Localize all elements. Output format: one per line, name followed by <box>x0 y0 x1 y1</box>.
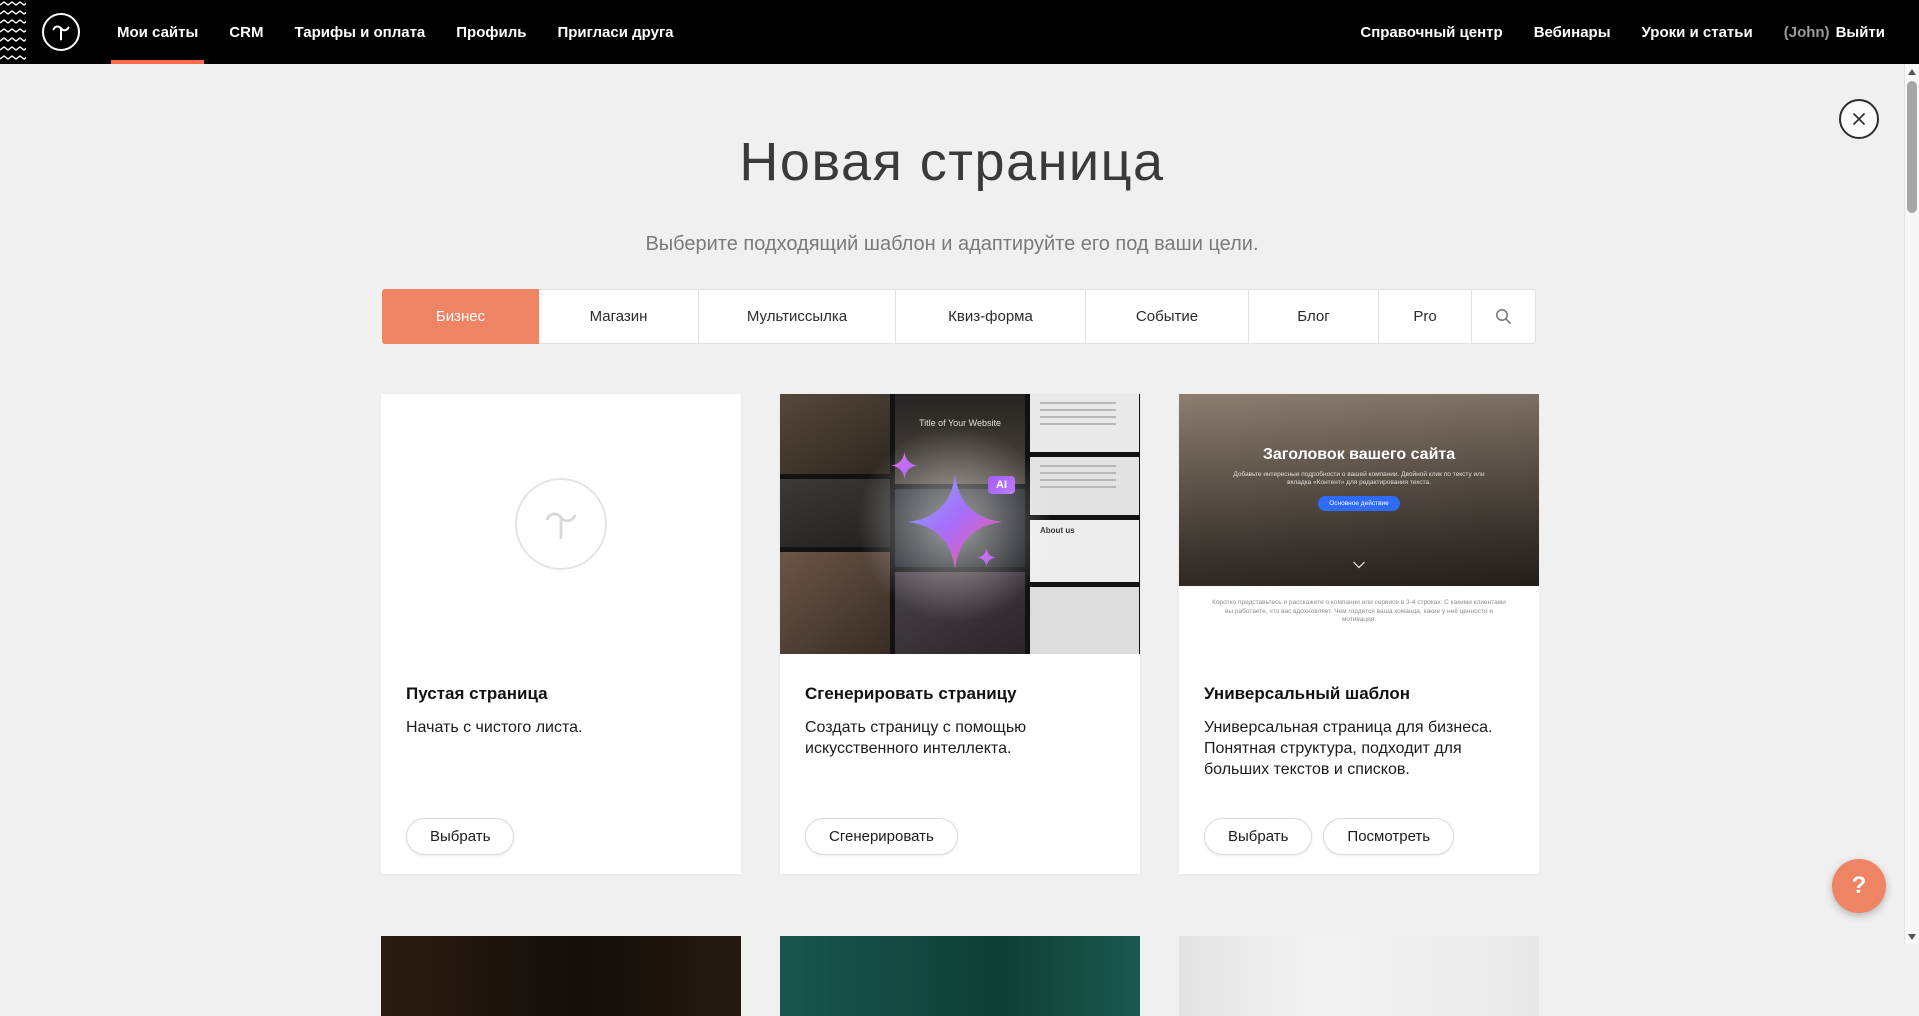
main-nav: Мои сайты CRM Тарифы и оплата Профиль Пр… <box>117 0 674 64</box>
card-description: Создать страницу с помощью искусственног… <box>805 717 1110 759</box>
template-grid: Пустая страница Начать с чистого листа. … <box>381 394 1539 874</box>
tab-store[interactable]: Магазин <box>539 289 699 344</box>
select-blank-button[interactable]: Выбрать <box>406 818 514 855</box>
scrollbar-thumb[interactable] <box>1907 81 1917 213</box>
tilda-logo[interactable] <box>42 13 80 51</box>
top-navbar: Мои сайты CRM Тарифы и оплата Профиль Пр… <box>0 0 1919 64</box>
preview-hero: Заголовок вашего сайта Добавьте интересн… <box>1179 394 1539 586</box>
card-title: Универсальный шаблон <box>1204 684 1514 704</box>
tab-event[interactable]: Событие <box>1086 289 1249 344</box>
close-icon <box>1851 111 1867 127</box>
tab-business[interactable]: Бизнес <box>382 289 539 344</box>
card-body: Пустая страница Начать с чистого листа. <box>381 654 741 738</box>
collage-tile <box>780 394 890 474</box>
select-universal-button[interactable]: Выбрать <box>1204 818 1312 855</box>
template-card-blank-page[interactable]: Пустая страница Начать с чистого листа. … <box>381 394 741 874</box>
view-universal-button[interactable]: Посмотреть <box>1323 818 1454 855</box>
collage-tile: About us <box>1030 520 1139 582</box>
help-button[interactable]: ? <box>1832 859 1886 913</box>
template-card-partial[interactable] <box>1179 936 1539 1016</box>
template-card-universal[interactable]: Заголовок вашего сайта Добавьте интересн… <box>1179 394 1539 874</box>
scrollbar[interactable] <box>1904 64 1919 944</box>
secondary-nav: Справочный центр Вебинары Уроки и статьи… <box>1360 0 1885 64</box>
preview-body: Коротко представьтесь и расскажите о ком… <box>1179 586 1539 654</box>
user-name: (John) <box>1784 24 1830 41</box>
card-actions: Выбрать Посмотреть <box>1204 818 1454 855</box>
template-card-partial[interactable] <box>780 936 1140 1016</box>
ai-badge: AI <box>988 476 1015 494</box>
collage-tile <box>1030 394 1139 452</box>
card-title: Пустая страница <box>406 684 716 704</box>
template-category-tabs: Бизнес Магазин Мультиссылка Квиз-форма С… <box>382 289 1536 344</box>
template-card-ai-generate[interactable]: About us Title of Your Website <box>780 394 1140 874</box>
logout-link[interactable]: Выйти <box>1836 24 1885 41</box>
collage-tile <box>1030 457 1139 515</box>
card-title: Сгенерировать страницу <box>805 684 1115 704</box>
tab-quiz-form[interactable]: Квиз-форма <box>896 289 1086 344</box>
close-button[interactable] <box>1839 99 1879 139</box>
collage-tile <box>895 489 1025 567</box>
collage-tile <box>1030 587 1139 654</box>
nav-item-profile[interactable]: Профиль <box>456 0 526 64</box>
zigzag-pattern-decoration <box>0 0 26 64</box>
card-body: Сгенерировать страницу Создать страницу … <box>780 654 1140 759</box>
card-description: Начать с чистого листа. <box>406 717 711 738</box>
ai-preview: About us Title of Your Website <box>780 394 1140 654</box>
scroll-up-arrow-icon[interactable] <box>1908 69 1916 75</box>
collage-tile <box>780 479 890 547</box>
card-body: Универсальный шаблон Универсальная стран… <box>1179 654 1539 780</box>
ai-collage: About us Title of Your Website <box>780 394 1140 654</box>
collage-tile <box>895 572 1025 654</box>
tab-blog[interactable]: Блог <box>1249 289 1379 344</box>
collage-tile <box>895 394 1025 484</box>
nav-item-tutorials[interactable]: Уроки и статьи <box>1642 0 1753 64</box>
template-grid-row-2 <box>381 936 1539 1016</box>
tab-search[interactable] <box>1472 289 1536 344</box>
generate-button[interactable]: Сгенерировать <box>805 818 958 855</box>
tab-pro[interactable]: Pro <box>1379 289 1472 344</box>
preview-body-text: Коротко представьтесь и расскажите о ком… <box>1209 586 1509 625</box>
tab-multilink[interactable]: Мультиссылка <box>699 289 896 344</box>
nav-item-my-sites[interactable]: Мои сайты <box>117 0 198 64</box>
nav-item-invite-friend[interactable]: Пригласи друга <box>557 0 673 64</box>
scroll-down-arrow-icon[interactable] <box>1908 934 1916 940</box>
nav-item-webinars[interactable]: Вебинары <box>1534 0 1611 64</box>
card-actions: Выбрать <box>406 818 514 855</box>
card-actions: Сгенерировать <box>805 818 958 855</box>
preview-site-title: Title of Your Website <box>895 418 1025 428</box>
preview-hero-text: Добавьте интересные подробности о вашей … <box>1233 471 1485 487</box>
user-logout-block[interactable]: (John) Выйти <box>1784 0 1885 64</box>
tilda-logo-icon <box>49 20 73 44</box>
tilda-watermark-icon <box>515 478 607 570</box>
help-icon: ? <box>1852 872 1867 900</box>
template-card-partial[interactable] <box>381 936 741 1016</box>
card-description: Универсальная страница для бизнеса. Поня… <box>1204 717 1509 780</box>
collage-about-label: About us <box>1030 520 1139 535</box>
search-icon <box>1495 308 1512 325</box>
chevron-down-icon <box>1353 556 1366 574</box>
collage-tile <box>780 552 890 654</box>
page-subtitle: Выберите подходящий шаблон и адаптируйте… <box>0 233 1904 256</box>
nav-item-pricing[interactable]: Тарифы и оплата <box>294 0 425 64</box>
preview-hero-title: Заголовок вашего сайта <box>1179 394 1539 464</box>
blank-page-preview <box>381 394 741 654</box>
nav-item-help-center[interactable]: Справочный центр <box>1360 0 1502 64</box>
universal-preview: Заголовок вашего сайта Добавьте интересн… <box>1179 394 1539 654</box>
preview-cta-button: Основное действие <box>1318 496 1400 511</box>
nav-item-crm[interactable]: CRM <box>229 0 263 64</box>
page-title: Новая страница <box>0 131 1904 193</box>
